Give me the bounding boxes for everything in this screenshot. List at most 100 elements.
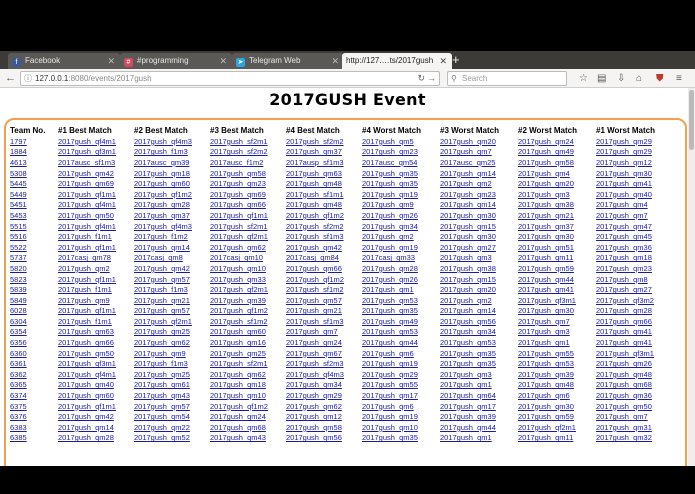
vertical-scrollbar[interactable] [688, 88, 695, 466]
match-link[interactable]: 2017gush_qm23 [596, 264, 652, 273]
match-link[interactable]: 2017gush_qm69 [58, 179, 114, 188]
team-link[interactable]: 6383 [10, 423, 27, 432]
match-link[interactable]: 2017gush_qm62 [286, 402, 342, 411]
match-link[interactable]: 2017gush_sf2m2 [286, 137, 344, 146]
team-link[interactable]: 6361 [10, 359, 27, 368]
match-link[interactable]: 2017gush_qm45 [596, 232, 652, 241]
match-link[interactable]: 2017gush_qf2m1 [210, 285, 268, 294]
match-link[interactable]: 2017gush_qm39 [440, 412, 496, 421]
close-icon[interactable]: ✕ [107, 53, 115, 69]
menu-icon[interactable]: ≡ [676, 71, 682, 86]
match-link[interactable]: 2017gush_qm33 [210, 275, 266, 284]
match-link[interactable]: 2017gush_qf2m1 [518, 423, 576, 432]
match-link[interactable]: 2017gush_qm60 [134, 179, 190, 188]
match-link[interactable]: 2017gush_qm58 [518, 158, 574, 167]
match-link[interactable]: 2017gush_qf1m2 [286, 275, 344, 284]
match-link[interactable]: 2017gush_qm68 [596, 380, 652, 389]
shield-icon[interactable]: ⛊ [656, 71, 664, 86]
match-link[interactable]: 2017gush_qm50 [58, 349, 114, 358]
match-link[interactable]: 2017gush_qf1m2 [210, 402, 268, 411]
match-link[interactable]: 2017gush_qm41 [596, 179, 652, 188]
match-link[interactable]: 2017gush_qm19 [362, 412, 418, 421]
match-link[interactable]: 2017gush_qf1m2 [286, 211, 344, 220]
match-link[interactable]: 2017gush_qm14 [440, 200, 496, 209]
match-link[interactable]: 2017gush_qm27 [596, 285, 652, 294]
team-link[interactable]: 5308 [10, 169, 27, 178]
match-link[interactable]: 2017gush_qm50 [58, 211, 114, 220]
match-link[interactable]: 2017gush_qf4m1 [58, 370, 116, 379]
match-link[interactable]: 2017gush_sf2m1 [210, 137, 268, 146]
match-link[interactable]: 2017gush_qm63 [286, 169, 342, 178]
match-link[interactable]: 2017gush_qm2 [440, 296, 492, 305]
match-link[interactable]: 2017gush_qm30 [440, 232, 496, 241]
match-link[interactable]: 2017gush_qm35 [362, 306, 418, 315]
search-input[interactable]: ⚲ Search [447, 71, 567, 86]
match-link[interactable]: 2017gush_qm30 [596, 169, 652, 178]
tab-programming[interactable]: # #programming ✕ [120, 53, 232, 69]
match-link[interactable]: 2017gush_qf1m1 [58, 243, 116, 252]
match-link[interactable]: 2017gush_qm40 [58, 380, 114, 389]
match-link[interactable]: 2017gush_qm30 [518, 306, 574, 315]
match-link[interactable]: 2017gush_qm27 [440, 243, 496, 252]
match-link[interactable]: 2017gush_qm6 [518, 391, 570, 400]
match-link[interactable]: 2017gush_sf1m1 [286, 190, 344, 199]
match-link[interactable]: 2017gush_qm42 [286, 243, 342, 252]
match-link[interactable]: 2017gush_qm62 [134, 338, 190, 347]
team-link[interactable]: 6365 [10, 380, 27, 389]
match-link[interactable]: 2017gush_qf1m1 [210, 211, 268, 220]
team-link[interactable]: 5737 [10, 253, 27, 262]
match-link[interactable]: 2017gush_qm2 [362, 232, 414, 241]
team-link[interactable]: 6362 [10, 370, 27, 379]
match-link[interactable]: 2017gush_qf1m2 [210, 306, 268, 315]
match-link[interactable]: 2017gush_qm62 [210, 370, 266, 379]
match-link[interactable]: 2017gush_qf1m1 [58, 190, 116, 199]
match-link[interactable]: 2017ausc_f1m2 [210, 158, 263, 167]
match-link[interactable]: 2017gush_qm22 [134, 423, 190, 432]
match-link[interactable]: 2017gush_qm23 [362, 147, 418, 156]
match-link[interactable]: 2017gush_qm28 [134, 200, 190, 209]
match-link[interactable]: 2017gush_f1m1 [58, 317, 112, 326]
tab-facebook[interactable]: f Facebook ✕ [8, 53, 120, 69]
match-link[interactable]: 2017gush_qm18 [134, 169, 190, 178]
match-link[interactable]: 2017gush_qm30 [518, 232, 574, 241]
team-link[interactable]: 1884 [10, 147, 27, 156]
match-link[interactable]: 2017gush_qm36 [596, 391, 652, 400]
match-link[interactable]: 2017gush_qm51 [518, 243, 574, 252]
match-link[interactable]: 2017gush_qm3 [440, 370, 492, 379]
match-link[interactable]: 2017gush_sf2m1 [210, 359, 268, 368]
match-link[interactable]: 2017gush_qm9 [362, 200, 414, 209]
match-link[interactable]: 2017gush_qm20 [440, 285, 496, 294]
match-link[interactable]: 2017gush_qm21 [286, 306, 342, 315]
team-link[interactable]: 5820 [10, 264, 27, 273]
match-link[interactable]: 2017gush_f1m2 [134, 232, 188, 241]
match-link[interactable]: 2017gush_qm7 [518, 317, 570, 326]
match-link[interactable]: 2017gush_qm7 [596, 211, 648, 220]
match-link[interactable]: 2017gush_qm48 [596, 370, 652, 379]
close-icon[interactable]: ✕ [439, 53, 447, 69]
match-link[interactable]: 2017gush_qm61 [134, 380, 190, 389]
match-link[interactable]: 2017gush_qm25 [134, 327, 190, 336]
match-link[interactable]: 2017gush_qm66 [58, 338, 114, 347]
match-link[interactable]: 2017gush_qm28 [596, 306, 652, 315]
match-link[interactable]: 2017gush_qm29 [286, 391, 342, 400]
bookmark-star-icon[interactable]: ☆ [579, 71, 588, 86]
match-link[interactable]: 2017gush_qm10 [210, 391, 266, 400]
match-link[interactable]: 2017gush_qm30 [518, 402, 574, 411]
match-link[interactable]: 2017gush_qm6 [362, 349, 414, 358]
reload-icon[interactable]: ↻ [417, 72, 425, 85]
match-link[interactable]: 2017gush_qf3m1 [518, 296, 576, 305]
match-link[interactable]: 2017gush_qm53 [440, 338, 496, 347]
team-link[interactable]: 6304 [10, 317, 27, 326]
team-link[interactable]: 5849 [10, 296, 27, 305]
match-link[interactable]: 2017gush_qm38 [518, 200, 574, 209]
match-link[interactable]: 2017gush_qm66 [596, 317, 652, 326]
match-link[interactable]: 2017gush_qm35 [362, 179, 418, 188]
match-link[interactable]: 2017gush_qm23 [440, 190, 496, 199]
match-link[interactable]: 2017gush_qm14 [58, 423, 114, 432]
match-link[interactable]: 2017gush_f1m1 [58, 285, 112, 294]
match-link[interactable]: 2017gush_qm59 [518, 264, 574, 273]
match-link[interactable]: 2017gush_qm11 [518, 253, 573, 262]
match-link[interactable]: 2017gush_qm17 [440, 402, 496, 411]
match-link[interactable]: 2017gush_qm67 [286, 349, 342, 358]
match-link[interactable]: 2017gush_qm3 [518, 327, 570, 336]
